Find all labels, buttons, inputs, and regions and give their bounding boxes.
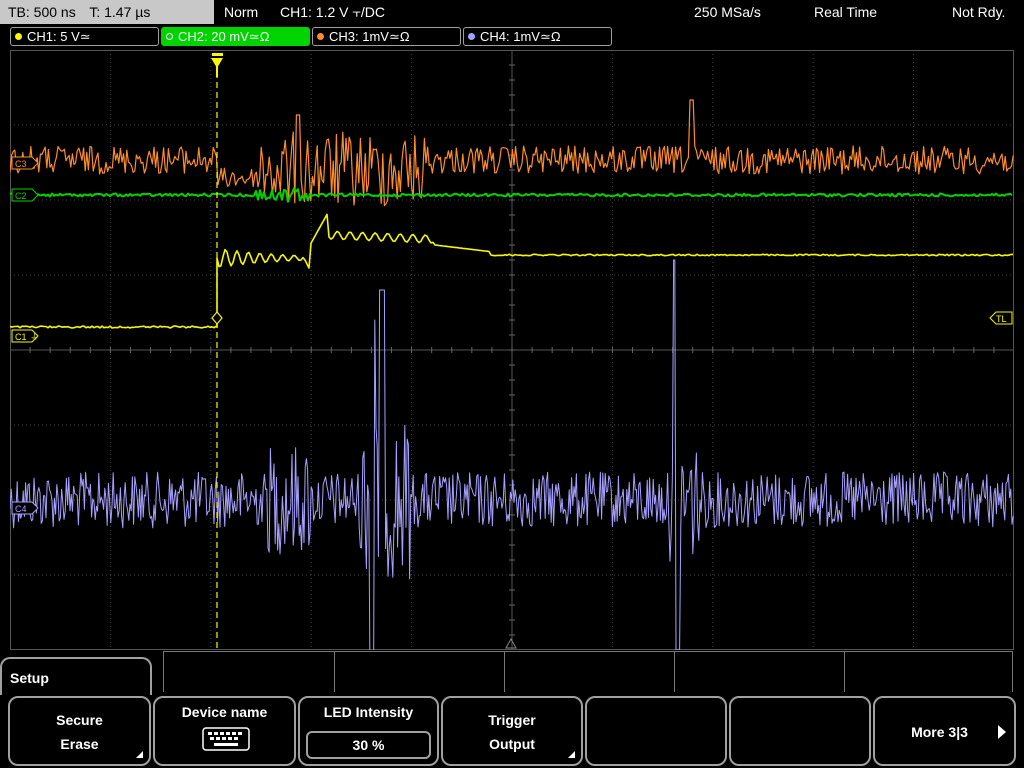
trigger-mode[interactable]: Norm	[224, 0, 258, 24]
ch4-marker[interactable]: C4	[11, 501, 39, 515]
ch4-marker-label: C4	[15, 504, 27, 514]
ch1-coupling-icon: ⏚	[30, 332, 39, 343]
ch3-indicator-icon	[317, 33, 324, 40]
trigger-time-value: T: 1.47 µs	[89, 4, 151, 20]
waveform-display[interactable]: C3 C2 C1 ⏚ C4 TL	[10, 50, 1014, 650]
secure-erase-button[interactable]: Secure Erase	[8, 696, 151, 766]
ch1-label: CH1: 5 V≃	[27, 29, 91, 44]
empty-softkey-5[interactable]	[585, 696, 727, 766]
led-intensity-button[interactable]: LED Intensity 30 %	[298, 696, 439, 766]
channel-tab-ch3[interactable]: CH3: 1mV≃Ω	[312, 27, 461, 46]
device-name-button[interactable]: Device name	[153, 696, 296, 766]
secure-erase-line1: Secure	[56, 712, 103, 728]
trigger-source-info[interactable]: CH1: 1.2 V ⫟/DC	[280, 0, 385, 24]
acquisition-mode: Real Time	[814, 4, 878, 20]
ch2-indicator-icon	[166, 33, 173, 40]
ch3-label: CH3: 1mV≃Ω	[329, 29, 410, 44]
empty-softkey-6[interactable]	[729, 696, 871, 766]
channel-tab-ch4[interactable]: CH4: 1mV≃Ω	[463, 27, 612, 46]
timebase-display[interactable]: TB: 500 ns T: 1.47 µs	[0, 0, 214, 24]
ch2-marker[interactable]: C2	[11, 188, 39, 202]
submenu-corner-icon	[568, 751, 575, 758]
channel-tab-ch2[interactable]: CH2: 20 mV≃Ω	[161, 27, 310, 46]
sample-rate: 250 MSa/s	[694, 4, 761, 20]
sub-panel	[163, 651, 1013, 692]
next-page-arrow-icon	[998, 725, 1006, 739]
ch4-label: CH4: 1mV≃Ω	[480, 29, 561, 44]
ch1-indicator-icon	[15, 33, 22, 40]
trigger-output-button[interactable]: Trigger Output	[441, 696, 583, 766]
more-button[interactable]: More 3|3	[873, 696, 1016, 766]
trigger-output-line2: Output	[489, 736, 535, 752]
ch4-indicator-icon	[468, 33, 475, 40]
channel-tab-ch1[interactable]: CH1: 5 V≃	[10, 27, 159, 46]
device-name-label: Device name	[181, 704, 268, 720]
status-bar: Norm CH1: 1.2 V ⫟/DC 250 MSa/s Real Time…	[216, 0, 1024, 24]
secure-erase-line2: Erase	[60, 736, 99, 752]
ch1-marker-label: C1	[15, 332, 27, 342]
acquisition-state: Not Rdy.	[952, 4, 1006, 20]
more-label: More 3|3	[911, 724, 968, 740]
ch3-marker[interactable]: C3	[11, 156, 39, 170]
keyboard-icon	[202, 727, 250, 751]
ch3-marker-label: C3	[15, 159, 27, 169]
ch2-label: CH2: 20 mV≃Ω	[178, 29, 270, 44]
submenu-corner-icon	[136, 751, 143, 758]
ch2-marker-label: C2	[15, 191, 27, 201]
trigger-output-line1: Trigger	[488, 712, 536, 728]
timebase-value: TB: 500 ns	[8, 4, 76, 20]
led-intensity-value: 30 %	[306, 731, 431, 759]
trigger-level-marker-label: TL	[996, 314, 1007, 324]
menu-title-setup: Setup	[0, 657, 152, 695]
led-intensity-label: LED Intensity	[323, 704, 414, 720]
